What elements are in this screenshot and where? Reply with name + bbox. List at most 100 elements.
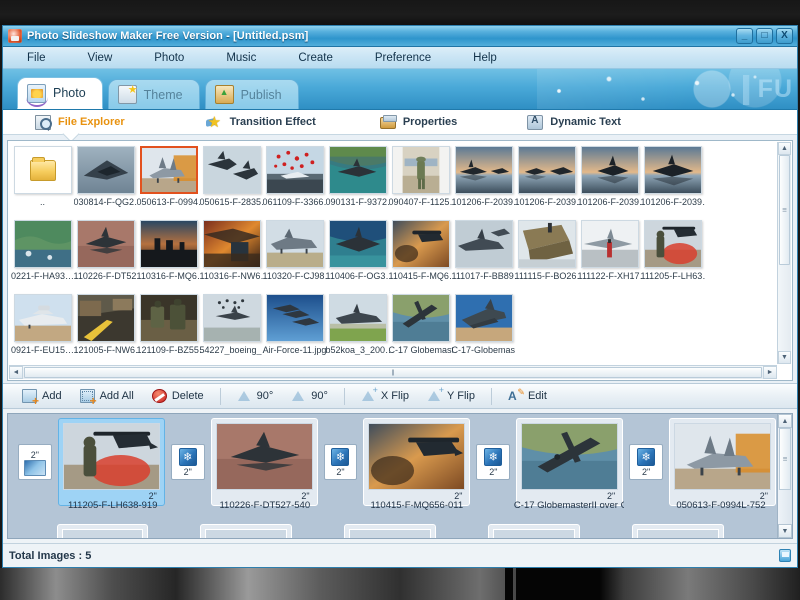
file-item[interactable]: 090407-F-1125… [389,144,453,218]
storyboard-slot-empty[interactable] [56,524,149,538]
file-item[interactable]: 110406-F-OG3… [326,218,390,292]
file-item[interactable]: 111122-F-XH17… [578,218,642,292]
menu-preference[interactable]: Preference [365,50,441,66]
thumbnail [13,146,72,194]
scroll-thumb[interactable] [779,428,791,490]
photo-red-smoke [644,221,701,267]
file-item[interactable]: 030814-F-QG2… [74,144,138,218]
file-item[interactable]: 111115-F-BO26… [515,218,579,292]
file-name: 110316-F-NW6… [199,271,264,281]
file-item[interactable]: 061109-F-3366… [263,144,327,218]
file-item[interactable]: 0221-F-HA93… [11,218,74,292]
menu-file[interactable]: File [17,50,56,66]
delete-button[interactable]: Delete [145,387,211,405]
scroll-up-icon[interactable]: ▲ [778,142,791,155]
file-item[interactable]: 54227_boeing_… [200,292,264,366]
file-item[interactable]: 111017-F-BB89… [452,218,516,292]
file-item[interactable]: 110320-F-CJ98… [263,218,327,292]
file-item[interactable]: 101206-F-2039… [515,144,579,218]
storyboard-slide[interactable]: 2" [668,418,776,506]
tab-photo[interactable]: Photo [17,77,103,109]
flip-x-button[interactable]: X Flip [354,385,416,405]
transition-slot[interactable]: 2" [629,444,663,480]
file-item[interactable]: 101206-F-2039… [451,144,516,218]
menu-create[interactable]: Create [288,50,343,66]
file-item[interactable]: 121005-F-NW6… [74,292,138,366]
menu-photo[interactable]: Photo [144,50,194,66]
snowflake-cube-icon [331,447,350,466]
file-item[interactable]: 101206-F-2039… [578,144,642,218]
file-name: 111205-F-LH63… [640,271,705,281]
rotate-left-icon [237,389,252,403]
transition-slot-start[interactable]: 2" [18,444,52,480]
monitor-stand-left [505,568,513,600]
browser-horizontal-scrollbar[interactable]: ◄ ► [9,365,777,379]
scroll-down-icon[interactable]: ▼ [778,524,792,538]
file-item[interactable]: 121109-F-BZ55… [137,292,201,366]
maximize-button[interactable]: □ [756,28,773,44]
tab-publish[interactable]: Publish [204,79,299,109]
scroll-down-icon[interactable]: ▼ [778,351,791,364]
scroll-up-icon[interactable]: ▲ [778,414,792,428]
file-item[interactable]: 090131-F-9372… [325,144,390,218]
browser-vertical-scrollbar[interactable]: ▲ ▼ [777,142,791,364]
storyboard-slot-empty[interactable] [488,524,581,538]
edit-button[interactable]: Edit [501,387,554,405]
subtab-dynamic-text[interactable]: Dynamic Text [527,114,621,130]
storyboard-slot-empty[interactable] [632,524,724,538]
transition-slot[interactable]: 2" [170,444,205,480]
minimize-button[interactable]: _ [736,28,753,44]
transition-slot[interactable]: 2" [323,444,358,480]
file-item[interactable]: 111205-F-LH63… [640,218,705,292]
file-item[interactable]: 110316-F-NW6… [199,218,264,292]
storyboard-slide-selected[interactable]: 2" [57,418,165,506]
storyboard-slide[interactable]: 2" [210,418,318,506]
flip-y-button[interactable]: Y Flip [420,385,482,405]
storyboard-vertical-scrollbar[interactable]: ▲ ▼ [777,414,792,538]
file-item[interactable]: 0921-F-EU15… [11,292,74,366]
file-name: 101206-F-2039… [451,197,516,207]
scroll-left-icon[interactable]: ◄ [9,366,23,379]
tab-theme[interactable]: Theme [107,79,200,109]
close-button[interactable]: X [776,28,793,44]
storyboard-slide[interactable]: 2" [363,418,471,506]
subtab-file-explorer[interactable]: File Explorer [35,114,125,130]
menu-view[interactable]: View [78,50,123,66]
file-item[interactable]: 050615-F-2835… [200,144,264,218]
photo-dust-heli [392,221,449,267]
rotate-left-button[interactable]: 90° [230,387,281,405]
photo-desert-bomber [216,424,312,489]
storyboard-slide[interactable]: 2" [516,418,624,506]
scroll-right-icon[interactable]: ► [763,366,777,379]
file-item-selected[interactable]: 050613-F-0994… [137,144,201,218]
file-item[interactable]: 101206-F-2039… [641,144,705,218]
photo-bomber-field [329,295,386,341]
file-item[interactable]: 110316-F-MQ6… [137,218,201,292]
transition-slot[interactable]: 2" [476,444,511,480]
thumbnail [580,220,639,268]
file-item[interactable]: C-17-Globemas… [452,292,516,366]
file-item[interactable]: 110226-F-DT52… [74,218,138,292]
subtab-properties[interactable]: Properties [379,115,457,129]
storyboard-slot-empty[interactable] [344,524,437,538]
file-name: 090131-F-9372… [325,197,390,207]
subtab-transition-effect[interactable]: Transition Effect [207,113,316,131]
slide-name: 111205-F-LH638-919 [68,500,158,511]
menu-help[interactable]: Help [463,50,507,66]
photo-formation-sky [203,295,260,341]
file-item[interactable]: C-17 Globemast… [389,292,453,366]
file-item[interactable]: b52koa_3_200… [326,292,390,366]
file-item-parent-folder[interactable]: .. [11,144,74,218]
scroll-thumb[interactable] [24,367,762,378]
add-all-button[interactable]: Add All [73,387,141,407]
file-item[interactable]: Air-Force-11.jpg [263,292,326,366]
file-item[interactable]: 110415-F-MQ6… [389,218,453,292]
rotate-right-button[interactable]: 90° [284,387,335,405]
storyboard-captions: 111205-F-LH638-919 110226-F-DT527-540 11… [12,498,776,511]
menu-music[interactable]: Music [216,50,266,66]
scroll-thumb[interactable] [779,155,790,265]
storyboard-slot-empty[interactable] [200,524,293,538]
add-button[interactable]: Add [15,387,69,407]
add-all-icon [79,389,97,407]
tab-publish-label: Publish [240,87,282,102]
